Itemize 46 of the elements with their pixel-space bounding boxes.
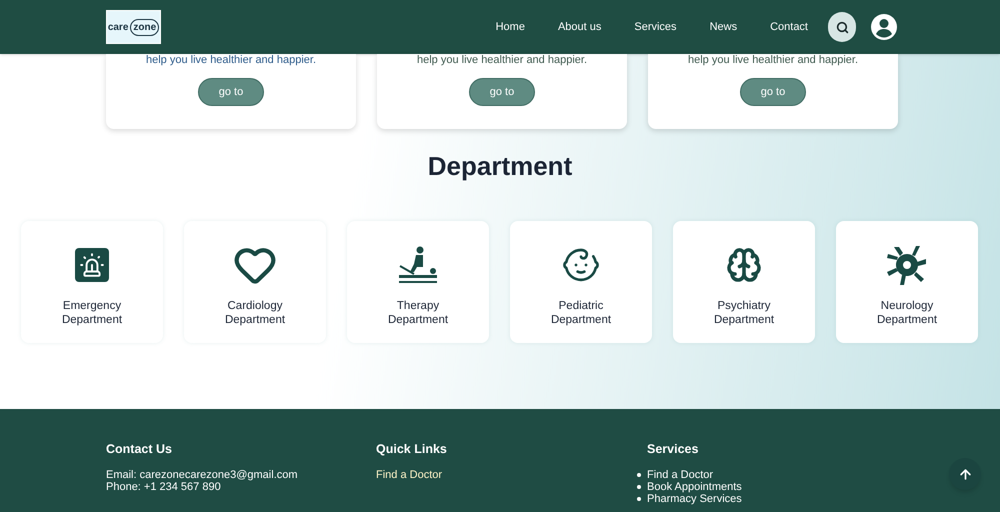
neuron-icon xyxy=(886,244,928,286)
therapy-icon xyxy=(397,245,439,285)
nav-link[interactable]: Home xyxy=(496,18,525,36)
bullet-icon xyxy=(637,496,641,501)
siren-icon xyxy=(75,248,109,282)
department-card[interactable]: Pediatric Department xyxy=(510,221,652,343)
section-title: Department xyxy=(426,151,574,181)
bullet-icon xyxy=(637,472,641,477)
department-name: Psychiatry Department xyxy=(714,299,774,327)
department-name: Cardiology Department xyxy=(224,299,286,327)
contact-email: Email: carezonecarezone3@gmail.com xyxy=(106,468,299,481)
go-to-button[interactable]: go to xyxy=(469,78,535,106)
department-card[interactable]: Cardiology Department xyxy=(184,221,326,343)
department-card[interactable]: Emergency Department xyxy=(21,221,163,343)
nav-link[interactable]: About us xyxy=(558,18,602,36)
card-text: help you live healthier and happier. xyxy=(146,54,316,66)
service-link[interactable]: Pharmacy Services xyxy=(647,492,742,505)
logo-word: zone xyxy=(130,18,160,36)
department-card[interactable]: Psychiatry Department xyxy=(673,221,815,343)
brain-icon xyxy=(726,247,762,283)
nav-link[interactable]: Contact xyxy=(770,18,808,36)
footer-heading: Contact Us xyxy=(106,441,173,458)
go-to-button[interactable]: go to xyxy=(198,78,264,106)
user-icon[interactable] xyxy=(870,13,898,41)
search-icon xyxy=(836,20,848,34)
logo-word: care xyxy=(108,20,128,34)
footer-heading: Quick Links xyxy=(376,441,448,458)
search-button[interactable] xyxy=(828,12,856,42)
nav-link[interactable]: Services xyxy=(634,18,677,36)
go-to-button[interactable]: go to xyxy=(740,78,806,106)
logo[interactable]: care zone xyxy=(106,10,161,44)
card-text: help you live healthier and happier. xyxy=(416,54,587,66)
department-card[interactable]: Neurology Department xyxy=(836,221,978,343)
department-name: Neurology Department xyxy=(876,299,938,327)
card-text: help you live healthier and happier. xyxy=(688,54,858,66)
contact-phone: Phone: +1 234 567 890 xyxy=(106,480,222,493)
department-name: Emergency Department xyxy=(62,299,122,327)
department-name: Pediatric Department xyxy=(550,299,612,327)
footer-link[interactable]: Find a Doctor xyxy=(376,468,647,481)
department-name: Therapy Department xyxy=(388,299,448,327)
service-link[interactable]: Find a Doctor xyxy=(647,468,714,481)
nav-link[interactable]: News xyxy=(710,18,738,36)
footer-heading: Services xyxy=(647,441,700,458)
department-card[interactable]: Therapy Department xyxy=(347,221,489,343)
bullet-icon xyxy=(637,484,641,489)
service-link[interactable]: Book Appointments xyxy=(647,480,742,493)
